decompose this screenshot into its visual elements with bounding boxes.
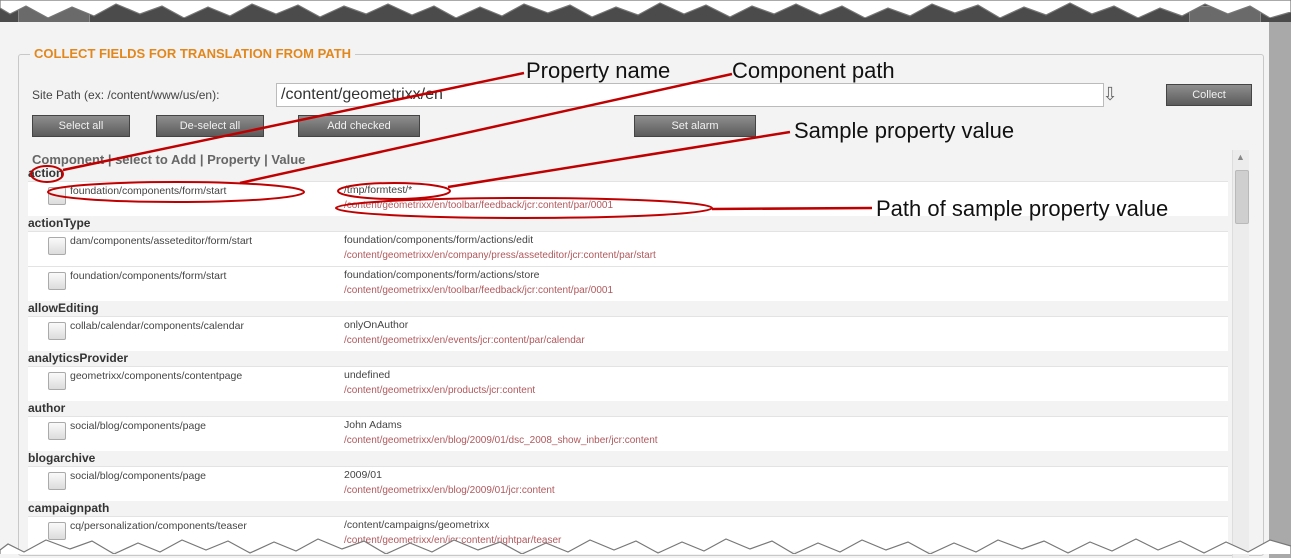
torn-edge-top [0, 0, 1291, 18]
annotation-sample-path: Path of sample property value [876, 196, 1169, 221]
property-name-highlight [30, 165, 64, 183]
sample-path-highlight [335, 197, 713, 219]
sample-path-leader [711, 206, 873, 211]
property-name-leader [62, 71, 525, 172]
sample-value-highlight [337, 182, 451, 200]
component-path-leader [239, 72, 733, 185]
sample-value-leader [447, 130, 791, 189]
annotation-component-path: Component path [732, 58, 895, 83]
component-path-highlight [47, 181, 305, 203]
torn-edge-bottom [0, 538, 1291, 554]
annotation-sample-value: Sample property value [794, 118, 1015, 143]
annotation-property-name: Property name [526, 58, 671, 83]
